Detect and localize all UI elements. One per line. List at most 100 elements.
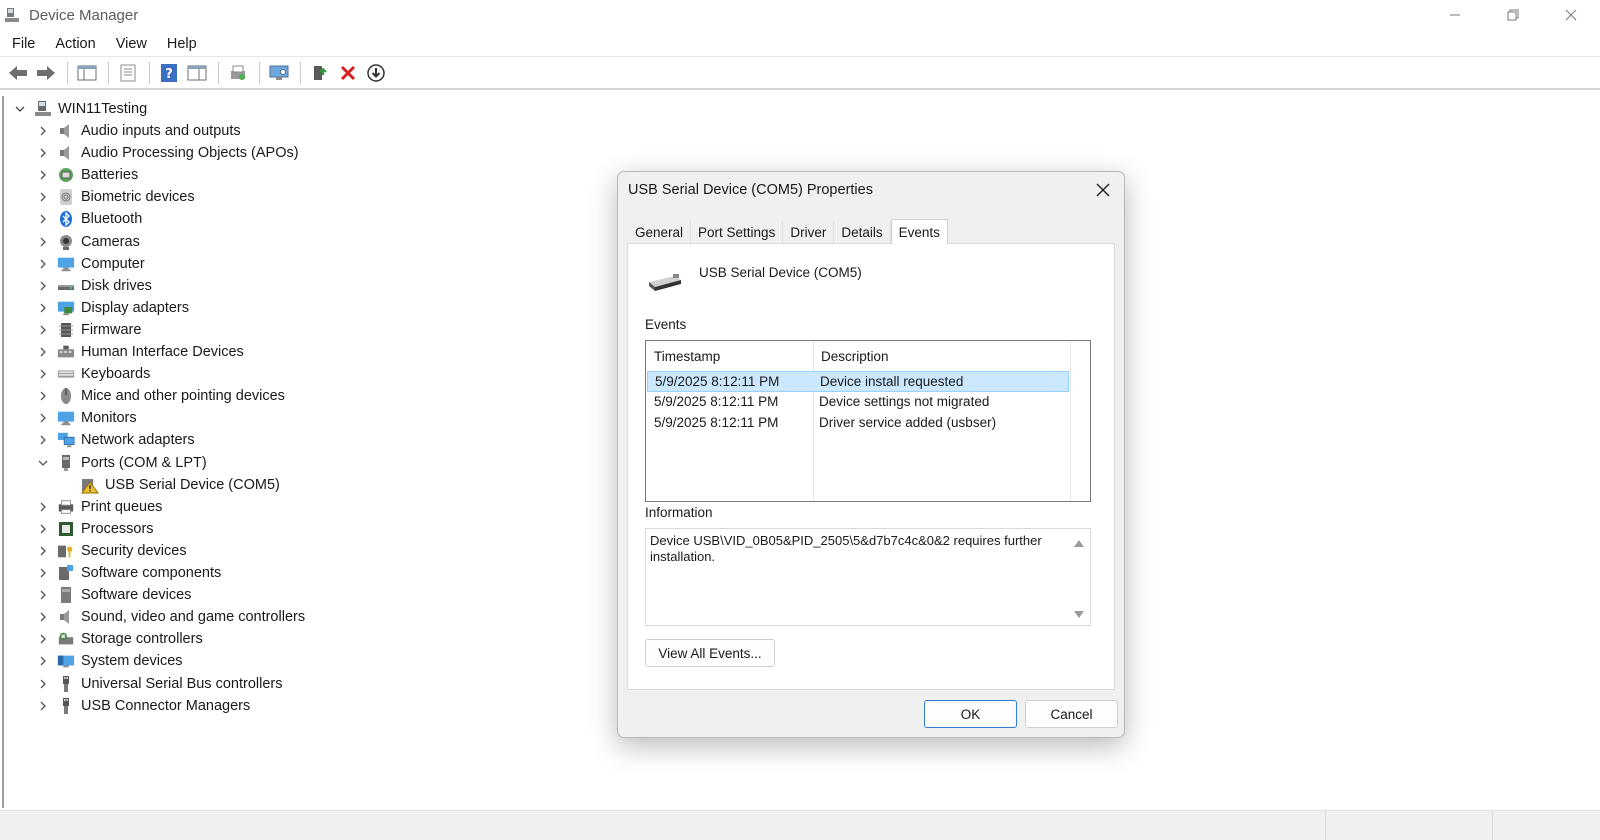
chevron-right-icon[interactable] [35,344,51,360]
tree-item-cameras[interactable]: Cameras [35,231,140,253]
chevron-right-icon[interactable] [35,322,51,338]
tree-item-processors[interactable]: Processors [35,518,154,540]
minimize-button[interactable] [1426,0,1484,30]
chevron-right-icon[interactable] [35,432,51,448]
chevron-right-icon[interactable] [35,410,51,426]
tab-events[interactable]: Events [890,219,948,244]
help-icon[interactable]: ? [156,60,182,86]
tree-item-computer[interactable]: Computer [35,253,145,275]
chevron-right-icon[interactable] [35,521,51,537]
chevron-right-icon[interactable] [35,278,51,294]
scroll-down-icon[interactable] [1073,609,1085,621]
tree-item-usb-serial-device-com5[interactable]: USB Serial Device (COM5) [81,474,280,496]
tree-item-disk-drives[interactable]: Disk drives [35,275,152,297]
chevron-right-icon[interactable] [35,300,51,316]
tab-general[interactable]: General [628,221,692,243]
tree-item-security-devices[interactable]: Security devices [35,540,187,562]
tree-item-sound-video-and-game-controllers[interactable]: Sound, video and game controllers [35,606,305,628]
tree-item-storage-controllers[interactable]: Storage controllers [35,628,203,650]
tree-item-bluetooth[interactable]: Bluetooth [35,208,142,230]
menu-view[interactable]: View [106,31,157,57]
cancel-button[interactable]: Cancel [1025,700,1118,728]
chevron-down-icon[interactable] [35,455,51,471]
tree-item-keyboards[interactable]: Keyboards [35,363,150,385]
scan-hardware-icon[interactable] [266,60,292,86]
view-all-events-button[interactable]: View All Events... [645,639,775,667]
uninstall-device-icon[interactable] [335,60,361,86]
tree-item-usb-connector-managers[interactable]: USB Connector Managers [35,695,250,717]
tab-driver[interactable]: Driver [783,221,835,243]
tree-item-software-components[interactable]: Software components [35,562,221,584]
show-hide-console-tree-icon[interactable] [74,60,100,86]
action-pane-icon[interactable] [184,60,210,86]
chevron-right-icon[interactable] [35,609,51,625]
properties-icon[interactable] [115,60,141,86]
back-icon[interactable] [5,60,31,86]
event-row[interactable]: 5/9/2025 8:12:11 PM Device install reques… [647,371,1069,392]
chevron-right-icon[interactable] [35,543,51,559]
chevron-right-icon[interactable] [35,631,51,647]
chevron-down-icon[interactable] [12,101,28,117]
tree-item-monitors[interactable]: Monitors [35,407,137,429]
chevron-right-icon[interactable] [35,653,51,669]
tree-item-system-devices[interactable]: System devices [35,650,183,672]
tree-item-human-interface-devices[interactable]: Human Interface Devices [35,341,244,363]
event-timestamp: 5/9/2025 8:12:11 PM [655,374,780,389]
chevron-right-icon[interactable] [35,676,51,692]
column-header-description[interactable]: Description [821,349,889,364]
restore-button[interactable] [1484,0,1542,30]
chevron-right-icon[interactable] [35,499,51,515]
tree-root-label: WIN11Testing [58,101,148,117]
dialog-tabs: General Port Settings Driver Details Eve… [628,219,948,244]
menu-action[interactable]: Action [45,31,105,57]
chevron-right-icon[interactable] [35,565,51,581]
event-row[interactable]: 5/9/2025 8:12:11 PM Driver service added … [647,413,1069,434]
scroll-up-icon[interactable] [1073,537,1085,549]
tree-item-audio-processing-objects-apos[interactable]: Audio Processing Objects (APOs) [35,142,299,164]
printer-icon [57,498,75,516]
chevron-right-icon[interactable] [35,189,51,205]
tree-root[interactable]: WIN11Testing [12,98,147,120]
tree-item-display-adapters[interactable]: Display adapters [35,297,189,319]
tree-item-firmware[interactable]: Firmware [35,319,141,341]
events-tab-panel: USB Serial Device (COM5) Events Timestam… [627,243,1115,690]
tree-item-label: USB Serial Device (COM5) [105,476,280,493]
tree-item-mice-and-other-pointing-devices[interactable]: Mice and other pointing devices [35,385,285,407]
tree-item-biometric-devices[interactable]: Biometric devices [35,186,195,208]
event-row[interactable]: 5/9/2025 8:12:11 PM Device settings not m… [647,392,1069,413]
forward-icon[interactable] [33,60,59,86]
information-textbox[interactable]: Device USB\VID_0B05&PID_2505\5&d7b7c4c&0… [645,528,1091,626]
events-list[interactable]: Timestamp Description 5/9/2025 8:12:11 P… [645,340,1091,502]
status-bar-segment [1325,811,1326,840]
chevron-right-icon[interactable] [35,256,51,272]
ok-button[interactable]: OK [924,700,1017,728]
chevron-right-icon[interactable] [35,234,51,250]
chevron-right-icon[interactable] [35,698,51,714]
tree-item-software-devices[interactable]: Software devices [35,584,191,606]
chevron-right-icon[interactable] [35,123,51,139]
tab-port-settings[interactable]: Port Settings [691,221,784,243]
chevron-right-icon[interactable] [35,587,51,603]
chevron-right-icon[interactable] [35,167,51,183]
tab-details[interactable]: Details [834,221,891,243]
print-icon[interactable] [225,60,251,86]
chevron-right-icon[interactable] [35,145,51,161]
chevron-right-icon[interactable] [35,388,51,404]
disable-device-icon[interactable] [363,60,389,86]
menu-file[interactable]: File [0,31,45,57]
dialog-close-icon[interactable] [1094,181,1112,199]
chevron-right-icon[interactable] [35,211,51,227]
tree-item-ports-com-lpt[interactable]: Ports (COM & LPT) [35,452,207,474]
close-button[interactable] [1542,0,1600,30]
menu-help[interactable]: Help [157,31,207,57]
tree-item-audio-inputs-and-outputs[interactable]: Audio inputs and outputs [35,120,241,142]
column-header-timestamp[interactable]: Timestamp [654,349,720,364]
tree-item-network-adapters[interactable]: Network adapters [35,429,195,451]
tree-item-print-queues[interactable]: Print queues [35,496,162,518]
tree-item-universal-serial-bus-controllers[interactable]: Universal Serial Bus controllers [35,673,282,695]
update-driver-icon[interactable] [307,60,333,86]
chevron-right-icon[interactable] [35,366,51,382]
information-text: Device USB\VID_0B05&PID_2505\5&d7b7c4c&0… [650,533,1042,564]
disk-icon [57,277,75,295]
tree-item-batteries[interactable]: Batteries [35,164,138,186]
